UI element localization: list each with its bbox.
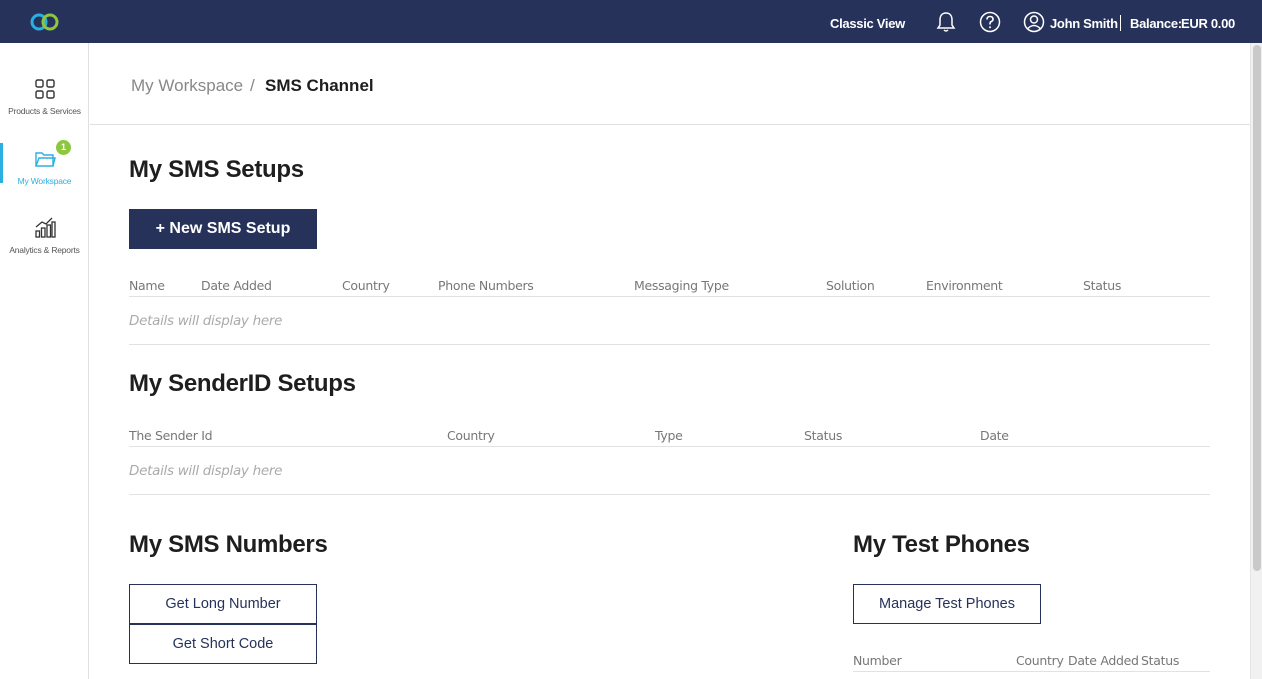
column-header: Status — [1141, 653, 1180, 668]
column-header: Date Added — [201, 278, 272, 293]
empty-state-text: Details will display here — [129, 463, 283, 479]
help-icon[interactable] — [979, 11, 1001, 33]
breadcrumb-current: SMS Channel — [265, 76, 374, 95]
column-header: The Sender Id — [129, 428, 213, 443]
column-header: Date — [980, 428, 1009, 443]
sidebar: Products & Services My Workspace 1 Analy… — [0, 43, 89, 679]
manage-test-phones-button[interactable]: Manage Test Phones — [853, 584, 1041, 624]
column-header: Country — [1016, 653, 1064, 668]
top-bar: Classic View John Smith Balance: EUR 0.0… — [0, 0, 1262, 43]
sidebar-item-my-workspace[interactable]: My Workspace — [0, 148, 89, 208]
chart-icon — [35, 217, 56, 238]
classic-view-link[interactable]: Classic View — [830, 16, 905, 31]
sidebar-item-analytics-reports[interactable]: Analytics & Reports — [0, 217, 89, 277]
empty-state-text: Details will display here — [129, 313, 283, 329]
table-divider — [129, 446, 1210, 447]
sidebar-item-products-services[interactable]: Products & Services — [0, 78, 89, 138]
table-divider — [853, 671, 1210, 672]
section-divider — [129, 494, 1210, 495]
column-header: Environment — [926, 278, 1003, 293]
sms-setups-title: My SMS Setups — [129, 156, 304, 183]
table-divider — [129, 296, 1210, 297]
column-header: Name — [129, 278, 165, 293]
user-icon[interactable] — [1023, 11, 1045, 33]
notification-badge: 1 — [56, 140, 71, 155]
get-short-code-button[interactable]: Get Short Code — [129, 624, 317, 664]
column-header: Number — [853, 653, 902, 668]
bell-icon[interactable] — [935, 11, 957, 33]
column-header: Date Added — [1068, 653, 1139, 668]
scrollbar-thumb[interactable] — [1253, 45, 1261, 571]
column-header: Type — [655, 428, 683, 443]
balance-label: Balance: — [1130, 16, 1182, 31]
column-header: Solution — [826, 278, 875, 293]
sidebar-item-label: Products & Services — [8, 106, 81, 116]
new-sms-setup-button[interactable]: + New SMS Setup — [129, 209, 317, 249]
sidebar-item-label: Analytics & Reports — [9, 245, 80, 255]
logo-icon[interactable] — [28, 10, 64, 34]
header-divider — [1120, 15, 1121, 31]
column-header: Messaging Type — [634, 278, 729, 293]
column-header: Status — [1083, 278, 1122, 293]
test-phones-title: My Test Phones — [853, 531, 1030, 558]
senderid-setups-title: My SenderID Setups — [129, 370, 356, 397]
column-header: Country — [447, 428, 495, 443]
section-divider — [129, 344, 1210, 345]
grid-icon — [35, 79, 55, 99]
breadcrumb-separator: / — [250, 76, 255, 95]
breadcrumb-home[interactable]: My Workspace — [131, 76, 243, 96]
sms-numbers-title: My SMS Numbers — [129, 531, 328, 558]
user-name[interactable]: John Smith — [1050, 16, 1118, 31]
page-scrollbar[interactable] — [1250, 43, 1262, 679]
balance-value: EUR 0.00 — [1181, 16, 1235, 31]
column-header: Country — [342, 278, 390, 293]
column-header: Status — [804, 428, 843, 443]
folder-icon — [35, 152, 56, 167]
column-header: Phone Numbers — [438, 278, 534, 293]
get-long-number-button[interactable]: Get Long Number — [129, 584, 317, 624]
breadcrumb: My Workspace / SMS Channel — [90, 43, 1250, 125]
sidebar-item-label: My Workspace — [17, 176, 72, 186]
